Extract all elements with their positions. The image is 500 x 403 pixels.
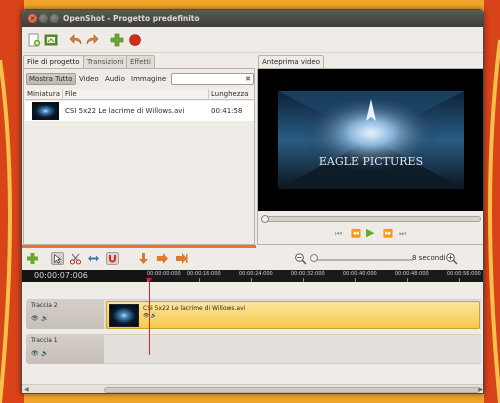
ruler-label: 00:00:24:000 <box>239 271 273 277</box>
filter-show-all[interactable]: Mostra Tutto <box>26 73 76 85</box>
file-length: 00:41:58 <box>211 107 243 115</box>
ruler-label: 00:00:16:000 <box>187 271 221 277</box>
scrollbar-thumb[interactable] <box>104 387 480 393</box>
zoom-slider-handle[interactable] <box>310 254 318 262</box>
column-divider <box>208 89 209 100</box>
column-length[interactable]: Lunghezza <box>211 90 248 98</box>
app-window: × OpenShot - Progetto predefinito File d… <box>21 9 484 394</box>
video-display: EAGLE PICTURES <box>258 69 483 211</box>
zoom-slider[interactable] <box>315 259 413 261</box>
filter-audio[interactable]: Audio <box>103 73 127 85</box>
scroll-left-icon[interactable]: ◀ <box>24 386 29 393</box>
track-header[interactable]: Traccia 2 👁 🔊 <box>26 299 104 329</box>
ruler-label: 00:00:48:000 <box>395 271 429 277</box>
zoom-label: 8 secondi <box>412 254 446 262</box>
tab-transitions[interactable]: Transizioni <box>83 55 128 69</box>
clip-visibility-eye-icon[interactable]: 👁 🔊 <box>143 313 157 319</box>
zoom-in-icon[interactable] <box>445 252 458 265</box>
snapping-tool-icon[interactable] <box>106 252 119 265</box>
razor-tool-icon[interactable] <box>69 252 82 265</box>
add-marker-icon[interactable] <box>137 252 150 265</box>
new-project-icon[interactable] <box>27 33 41 47</box>
window-title: OpenShot - Progetto predefinito <box>63 14 200 23</box>
video-overlay-text: EAGLE PICTURES <box>319 155 423 168</box>
maximize-window-button[interactable] <box>50 14 59 23</box>
previous-marker-icon[interactable] <box>156 252 169 265</box>
filter-bar: Mostra Tutto Video Audio Immagine ✖ <box>26 73 254 86</box>
close-window-button[interactable]: × <box>28 14 37 23</box>
video-preview-panel: EAGLE PICTURES ⏮ ⏪ ▶ ⏩ ⏭ <box>257 68 483 245</box>
timeline-clip[interactable]: CSI 5x22 Le lacrime di Willows.avi 👁 🔊 <box>106 301 480 329</box>
zoom-out-icon[interactable] <box>294 252 307 265</box>
title-bar: × OpenShot - Progetto predefinito <box>22 10 483 27</box>
tab-effects[interactable]: Effetti <box>126 55 155 69</box>
export-video-icon[interactable] <box>128 33 142 47</box>
track-header[interactable]: Traccia 1 👁 🔊 <box>26 334 104 364</box>
skip-forward-icon[interactable]: ⏭ <box>399 229 406 239</box>
timeline-horizontal-scrollbar[interactable]: ◀ ▶ <box>22 384 483 393</box>
filter-video[interactable]: Video <box>77 73 101 85</box>
tab-video-preview[interactable]: Anteprima video <box>258 55 324 69</box>
file-row[interactable]: CSI 5x22 Le lacrime di Willows.avi 00:41… <box>25 101 254 121</box>
skip-back-icon[interactable]: ⏮ <box>335 229 342 239</box>
track-name: Traccia 1 <box>31 337 58 344</box>
clear-search-icon[interactable]: ✖ <box>245 75 251 83</box>
import-files-icon[interactable] <box>44 33 58 47</box>
speaker-icon[interactable]: 🔊 <box>41 315 48 322</box>
filter-image[interactable]: Immagine <box>129 73 168 85</box>
main-toolbar <box>22 27 483 53</box>
clip-thumbnail <box>109 304 139 327</box>
scroll-right-icon[interactable]: ▶ <box>478 386 483 393</box>
minimize-window-button[interactable] <box>39 14 48 23</box>
preview-seek-bar[interactable] <box>261 215 481 223</box>
video-frame: EAGLE PICTURES <box>258 69 483 211</box>
track-name: Traccia 2 <box>31 302 58 309</box>
redo-icon[interactable] <box>85 33 99 47</box>
select-tool-icon[interactable] <box>51 252 64 265</box>
playhead-line <box>149 282 150 355</box>
next-marker-icon[interactable] <box>175 252 188 265</box>
ruler-label: 00:00:40:000 <box>343 271 377 277</box>
add-track-icon[interactable] <box>26 252 39 265</box>
file-name: CSI 5x22 Le lacrime di Willows.avi <box>65 107 185 115</box>
close-icon: × <box>29 15 36 22</box>
add-track-icon[interactable] <box>110 33 124 47</box>
timeline-ruler[interactable]: 00:00:00:000 00:00:16:000 00:00:24:000 0… <box>147 270 483 282</box>
resize-tool-icon[interactable] <box>87 252 100 265</box>
ruler-label: 00:00:56:000 <box>447 271 481 277</box>
project-files-panel: Mostra Tutto Video Audio Immagine ✖ Mini… <box>23 68 255 245</box>
play-icon[interactable]: ▶ <box>366 226 374 239</box>
ruler-label: 00:00:32:000 <box>291 271 325 277</box>
undo-icon[interactable] <box>69 33 83 47</box>
file-thumbnail <box>32 102 59 120</box>
current-time-display: 00:00:07:006 <box>22 270 147 282</box>
panel-divider <box>22 245 256 248</box>
clip-name: CSI 5x22 Le lacrime di Willows.avi <box>143 305 246 312</box>
column-divider <box>62 89 63 100</box>
timeline-tracks: Traccia 2 👁 🔊 CSI 5x22 Le lacrime di Wil… <box>22 282 483 384</box>
rewind-icon[interactable]: ⏪ <box>351 229 361 238</box>
column-file[interactable]: File <box>65 90 77 98</box>
ruler-label: 00:00:00:000 <box>147 271 181 277</box>
search-input[interactable]: ✖ <box>171 73 254 85</box>
speaker-icon[interactable]: 🔊 <box>41 350 48 357</box>
visibility-eye-icon[interactable]: 👁 <box>31 315 39 322</box>
seek-handle[interactable] <box>261 215 269 223</box>
fast-forward-icon[interactable]: ⏩ <box>383 229 393 238</box>
column-thumbnail[interactable]: Miniatura <box>27 90 60 98</box>
visibility-eye-icon[interactable]: 👁 <box>31 350 39 357</box>
file-list-header: Miniatura File Lunghezza <box>25 89 254 100</box>
track-lane[interactable] <box>104 334 481 364</box>
